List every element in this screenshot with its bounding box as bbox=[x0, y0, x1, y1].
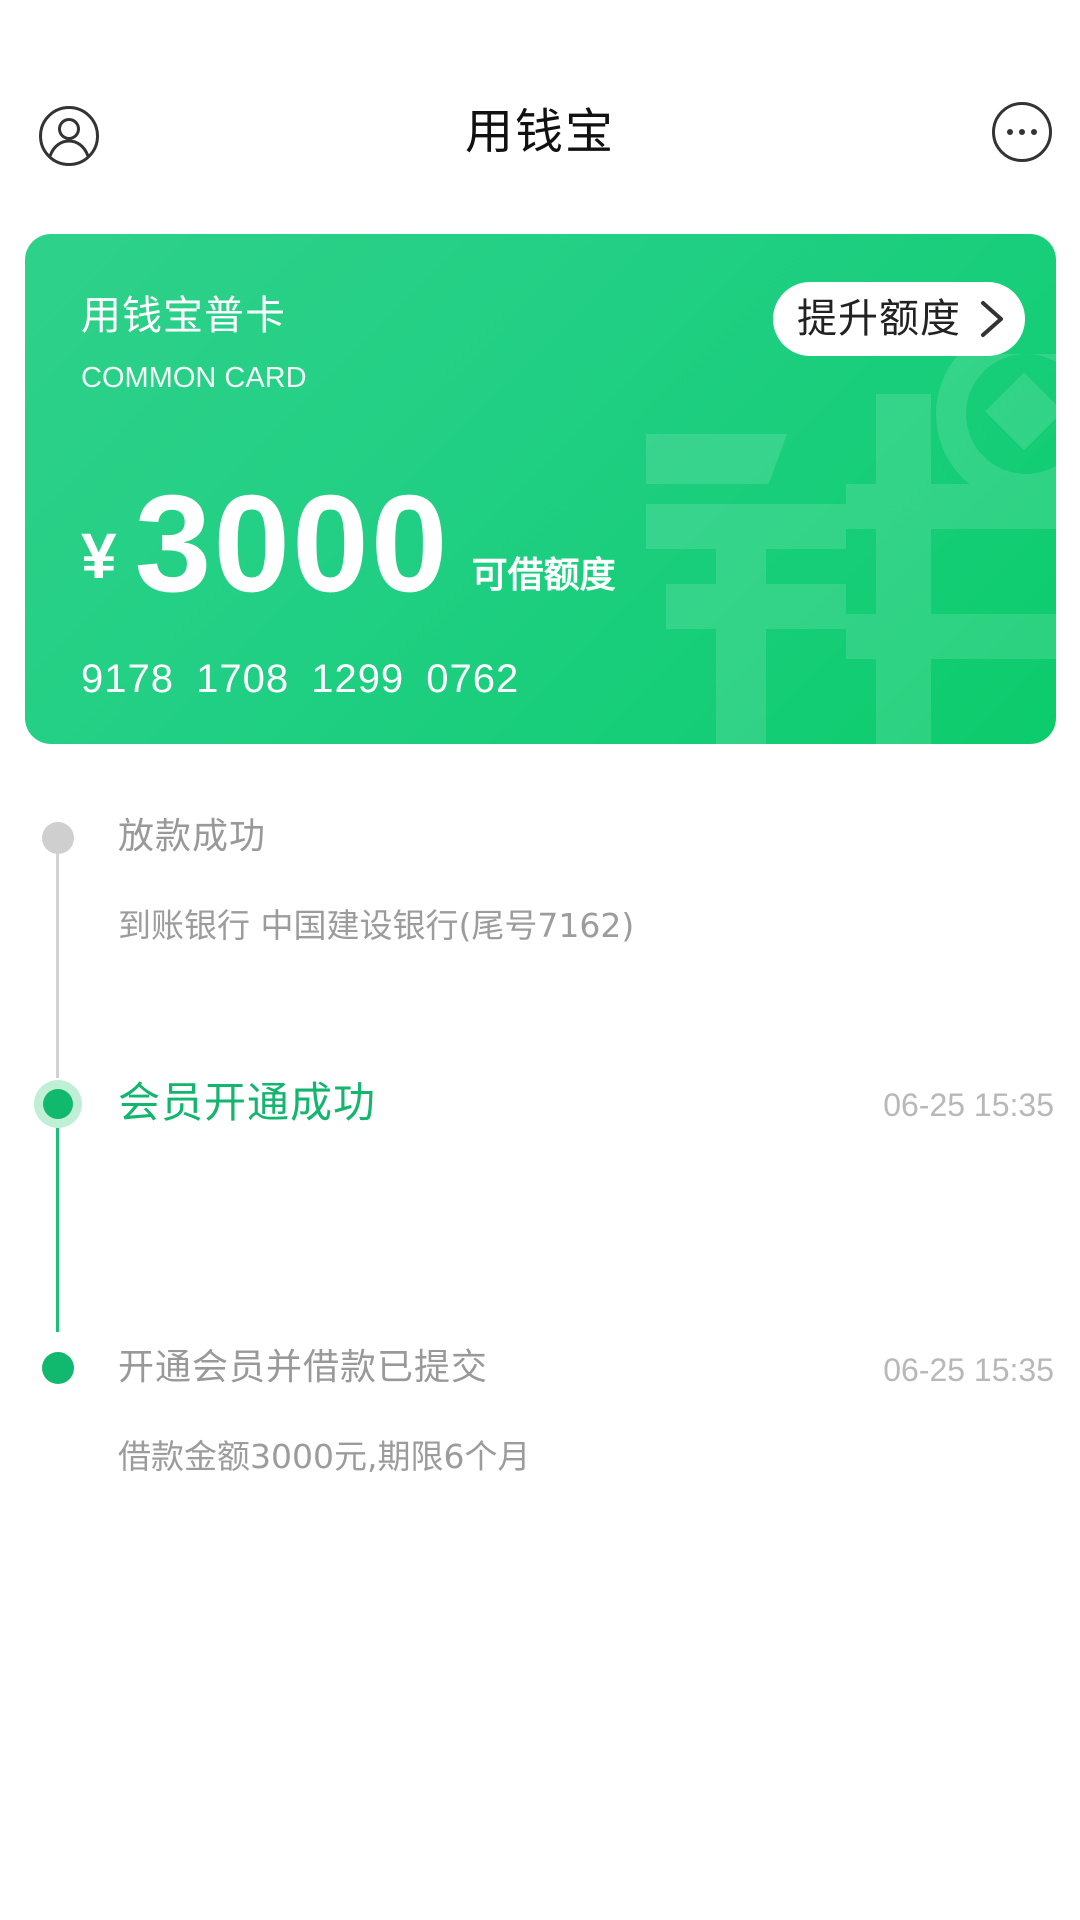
credit-amount-row: ¥ 3000 可借额度 bbox=[81, 474, 616, 614]
available-amount: 3000 bbox=[134, 467, 450, 621]
timeline-dot-active bbox=[34, 1080, 82, 1128]
loan-progress-timeline: 放款成功 到账银行 中国建设银行(尾号7162) 会员开通成功 06-25 15… bbox=[0, 790, 1080, 1550]
timeline-item-title: 会员开通成功 bbox=[118, 1078, 377, 1127]
timeline-item-desc: 到账银行 中国建设银行(尾号7162) bbox=[118, 906, 635, 945]
available-amount-label: 可借额度 bbox=[471, 555, 616, 596]
credit-card: 用钱宝普卡 COMMON CARD 提升额度 ¥ 3000 可借额度 9178 … bbox=[25, 234, 1056, 744]
app-root: 用钱宝 用钱宝普卡 COMMON CARD 提升额度 ¥ 3000 可借额度 9… bbox=[0, 0, 1080, 1920]
timeline-item-desc: 借款金额3000元,期限6个月 bbox=[118, 1437, 531, 1476]
card-subtitle: COMMON CARD bbox=[81, 362, 307, 394]
timeline-connector bbox=[56, 842, 59, 1078]
timeline-item-time: 06-25 15:35 bbox=[883, 1352, 1054, 1388]
more-options-icon[interactable] bbox=[991, 101, 1053, 163]
upgrade-limit-button[interactable]: 提升额度 bbox=[773, 282, 1025, 356]
timeline-dot-done bbox=[42, 1352, 74, 1384]
currency-symbol: ¥ bbox=[81, 520, 117, 592]
card-title: 用钱宝普卡 bbox=[81, 293, 286, 339]
timeline-dot-pending bbox=[42, 822, 74, 854]
chevron-right-icon bbox=[981, 301, 1003, 337]
timeline-connector bbox=[56, 1112, 59, 1332]
card-number: 9178 1708 1299 0762 bbox=[81, 657, 520, 701]
timeline-item-time: 06-25 15:35 bbox=[883, 1087, 1054, 1123]
top-bar: 用钱宝 bbox=[0, 0, 1080, 200]
upgrade-limit-label: 提升额度 bbox=[797, 296, 961, 342]
qian-watermark-icon bbox=[646, 354, 1056, 744]
page-title: 用钱宝 bbox=[464, 104, 615, 160]
timeline-item-title: 放款成功 bbox=[118, 816, 267, 857]
timeline-item-title: 开通会员并借款已提交 bbox=[118, 1347, 489, 1388]
